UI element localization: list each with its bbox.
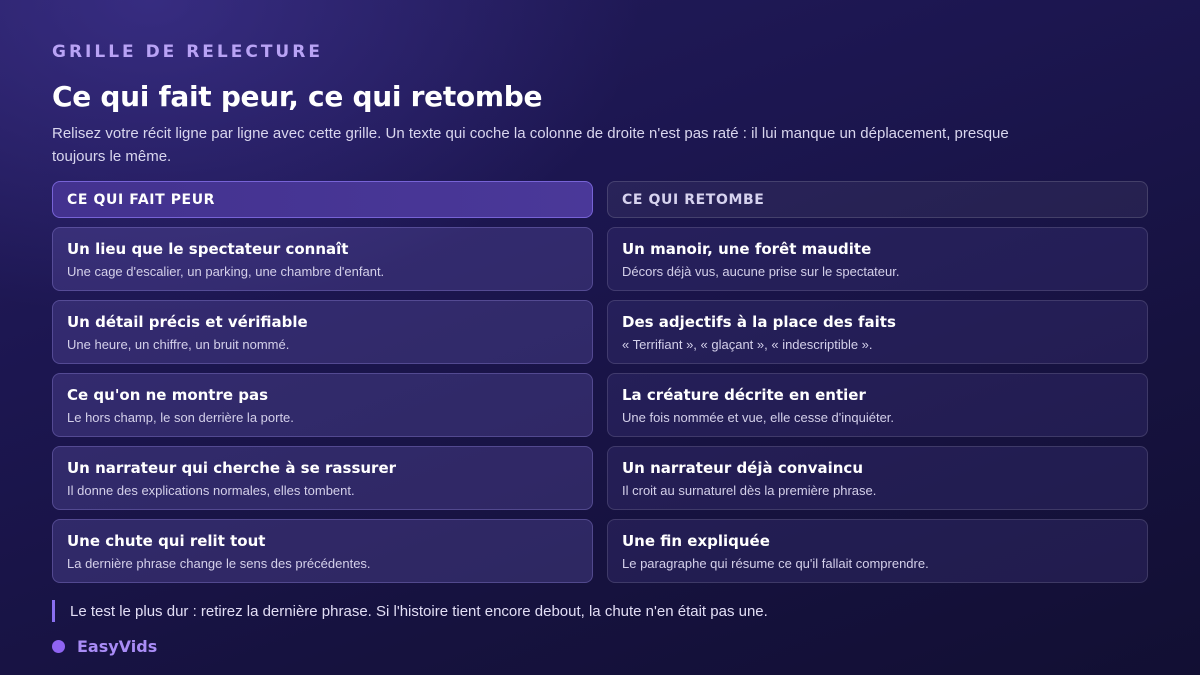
column-scary: CE QUI FAIT PEUR Un lieu que le spectate… xyxy=(52,181,593,583)
card-falls-flat-4: Un narrateur déjà convaincu Il croit au … xyxy=(607,446,1148,510)
card-title: Un détail précis et vérifiable xyxy=(67,312,308,331)
column-falls-flat: CE QUI RETOMBE Un manoir, une forêt maud… xyxy=(607,181,1148,583)
card-title: Un narrateur qui cherche à se rassurer xyxy=(67,458,397,477)
brand-name: EasyVids xyxy=(77,636,158,656)
card-description: Il donne des explications normales, elle… xyxy=(67,482,355,498)
card-description: Une fois nommée et vue, elle cesse d'inq… xyxy=(622,409,895,425)
card-title: Un lieu que le spectateur connaît xyxy=(67,239,349,258)
brand: EasyVids xyxy=(52,636,157,656)
card-title: Ce qu'on ne montre pas xyxy=(67,385,269,404)
card-scary-2: Un détail précis et vérifiable Une heure… xyxy=(52,300,593,364)
card-falls-flat-2: Des adjectifs à la place des faits « Ter… xyxy=(607,300,1148,364)
card-description: Une cage d'escalier, un parking, une cha… xyxy=(67,263,385,279)
eyebrow-label: GRILLE DE RELECTURE xyxy=(52,42,323,62)
card-title: Un manoir, une forêt maudite xyxy=(622,239,872,258)
card-scary-1: Un lieu que le spectateur connaît Une ca… xyxy=(52,227,593,291)
brand-dot-icon xyxy=(52,639,65,653)
card-falls-flat-1: Un manoir, une forêt maudite Décors déjà… xyxy=(607,227,1148,291)
column-header-falls-flat: CE QUI RETOMBE xyxy=(607,181,1148,218)
slide: GRILLE DE RELECTURE Ce qui fait peur, ce… xyxy=(52,0,1148,675)
card-title: Une chute qui relit tout xyxy=(67,531,266,550)
card-description: Une heure, un chiffre, un bruit nommé. xyxy=(67,336,290,352)
card-description: Le hors champ, le son derrière la porte. xyxy=(67,409,294,425)
page-title: Ce qui fait peur, ce qui retombe xyxy=(52,80,543,113)
tip-callout: Le test le plus dur : retirez la dernièr… xyxy=(52,600,768,622)
card-description: La dernière phrase change le sens des pr… xyxy=(67,555,371,571)
card-scary-5: Une chute qui relit tout La dernière phr… xyxy=(52,519,593,583)
card-title: Des adjectifs à la place des faits xyxy=(622,312,896,331)
card-description: Décors déjà vus, aucune prise sur le spe… xyxy=(622,263,900,279)
card-title: Une fin expliquée xyxy=(622,531,770,550)
card-scary-4: Un narrateur qui cherche à se rassurer I… xyxy=(52,446,593,510)
card-scary-3: Ce qu'on ne montre pas Le hors champ, le… xyxy=(52,373,593,437)
intro-text: Relisez votre récit ligne par ligne avec… xyxy=(52,125,1009,165)
card-description: Le paragraphe qui résume ce qu'il fallai… xyxy=(622,555,929,571)
card-title: Un narrateur déjà convaincu xyxy=(622,458,864,477)
card-title: La créature décrite en entier xyxy=(622,385,866,404)
column-header-scary: CE QUI FAIT PEUR xyxy=(52,181,593,218)
card-falls-flat-5: Une fin expliquée Le paragraphe qui résu… xyxy=(607,519,1148,583)
card-description: « Terrifiant », « glaçant », « indescrip… xyxy=(622,336,873,352)
card-description: Il croit au surnaturel dès la première p… xyxy=(622,482,877,498)
card-falls-flat-3: La créature décrite en entier Une fois n… xyxy=(607,373,1148,437)
